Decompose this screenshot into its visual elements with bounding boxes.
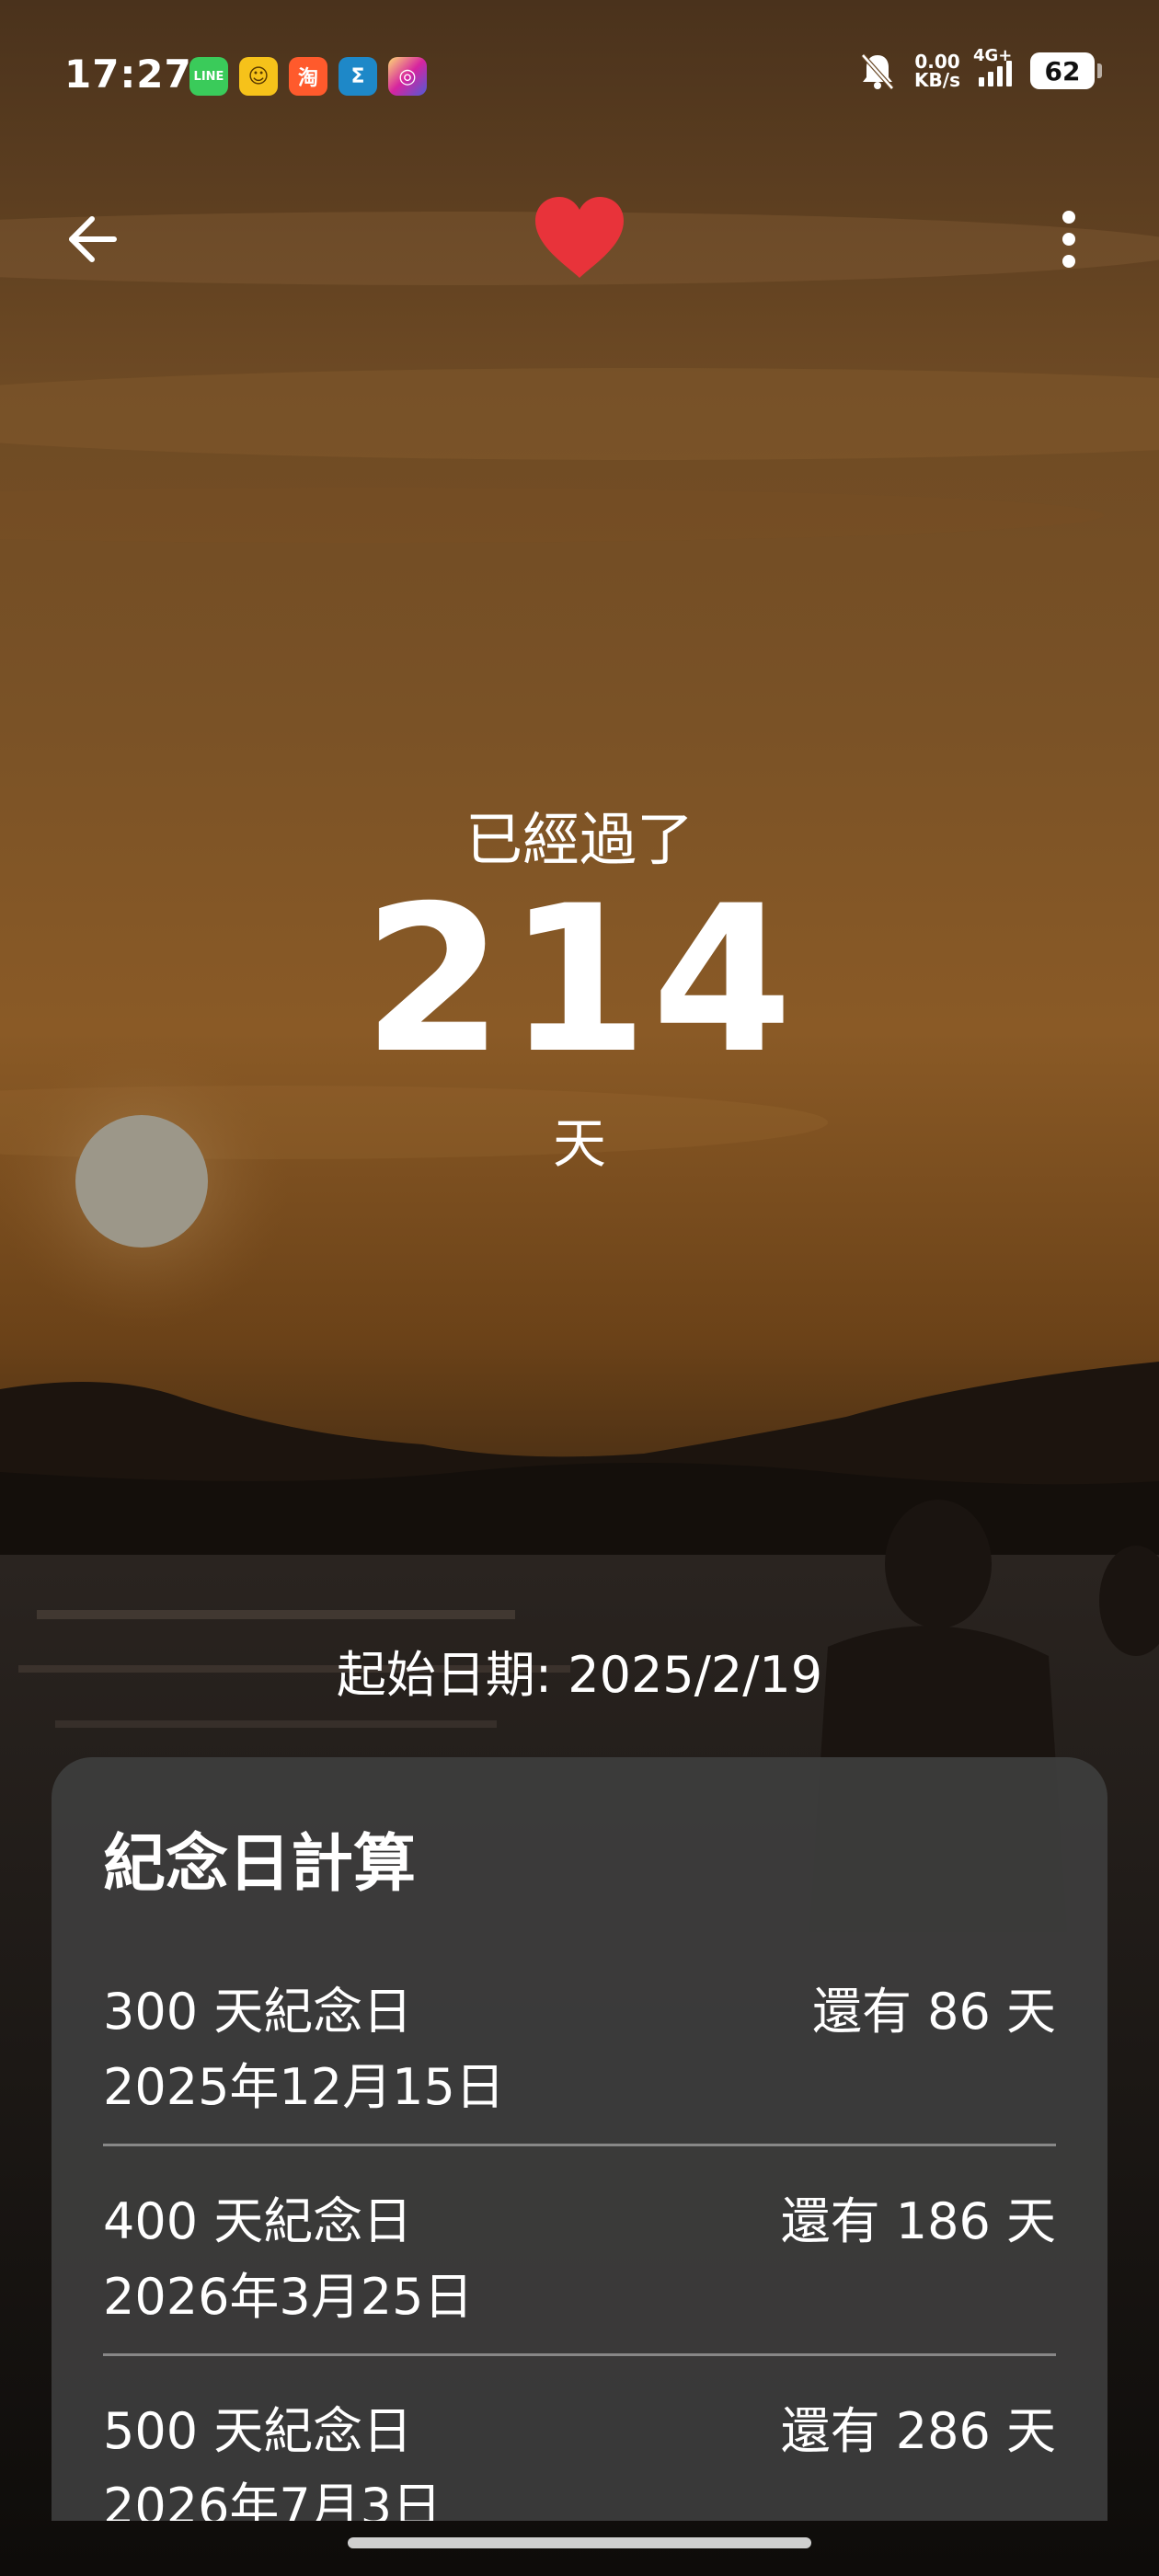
anniversary-card: 紀念日計算 300 天紀念日 2025年12月15日 還有 86 天 400 天… — [52, 1757, 1107, 2521]
anniversary-item-date: 2026年7月3日 — [103, 2478, 442, 2521]
back-button[interactable] — [55, 202, 129, 276]
network-speed: 0.00 KB/s — [914, 52, 960, 89]
divider — [103, 2144, 1056, 2146]
network-speed-value: 0.00 — [914, 51, 960, 73]
heart-icon — [535, 197, 624, 278]
more-vertical-icon — [1062, 211, 1075, 268]
anniversary-item-remaining: 還有 286 天 — [780, 2402, 1056, 2460]
more-options-button[interactable] — [1032, 202, 1106, 276]
anniversary-item-name: 400 天紀念日 — [103, 2192, 413, 2250]
sigma-app-icon: Σ — [339, 57, 377, 96]
battery-icon: 62 — [1030, 52, 1102, 89]
anniversary-item-date: 2025年12月15日 — [103, 2058, 505, 2116]
anniversary-item-name: 300 天紀念日 — [103, 1983, 413, 2041]
start-date-label: 起始日期: — [336, 1646, 553, 1704]
network-speed-unit: KB/s — [914, 69, 960, 91]
status-time: 17:27 — [64, 52, 192, 97]
arrow-left-icon — [69, 216, 117, 262]
instagram-app-icon: ◎ — [388, 57, 427, 96]
taobao-app-icon: 淘 — [289, 57, 327, 96]
anniversary-item-remaining: 還有 186 天 — [780, 2192, 1056, 2250]
signal-icon: 4G+ — [973, 46, 1012, 86]
anniversary-item-name: 500 天紀念日 — [103, 2402, 413, 2460]
home-indicator[interactable] — [348, 2537, 811, 2548]
anniversary-item[interactable]: 300 天紀念日 2025年12月15日 還有 86 天 — [103, 1971, 1056, 2180]
status-right-group: 0.00 KB/s 4G+ 62 — [859, 46, 1102, 90]
anniversary-item[interactable]: 400 天紀念日 2026年3月25日 還有 186 天 — [103, 2180, 1056, 2390]
start-date-value: 2025/2/19 — [568, 1646, 823, 1704]
network-type: 4G+ — [973, 46, 1013, 65]
bell-muted-icon — [861, 53, 894, 90]
elapsed-days-count: 214 — [362, 862, 797, 1098]
line-app-icon: LINE — [189, 57, 228, 96]
elapsed-days-unit: 天 — [552, 1112, 606, 1175]
anniversary-card-title: 紀念日計算 — [103, 1828, 417, 1901]
start-date[interactable]: 起始日期: 2025/2/19 — [0, 1634, 1159, 1707]
anniversary-item[interactable]: 500 天紀念日 2026年7月3日 還有 286 天 — [103, 2390, 1056, 2521]
divider — [103, 2353, 1056, 2356]
baby-app-icon: ☺ — [239, 57, 278, 96]
anniversary-item-date: 2026年3月25日 — [103, 2268, 474, 2326]
anniversary-item-remaining: 還有 86 天 — [811, 1983, 1056, 2041]
battery-level: 62 — [1044, 55, 1081, 86]
notification-icons: LINE ☺ 淘 Σ ◎ — [189, 57, 427, 96]
